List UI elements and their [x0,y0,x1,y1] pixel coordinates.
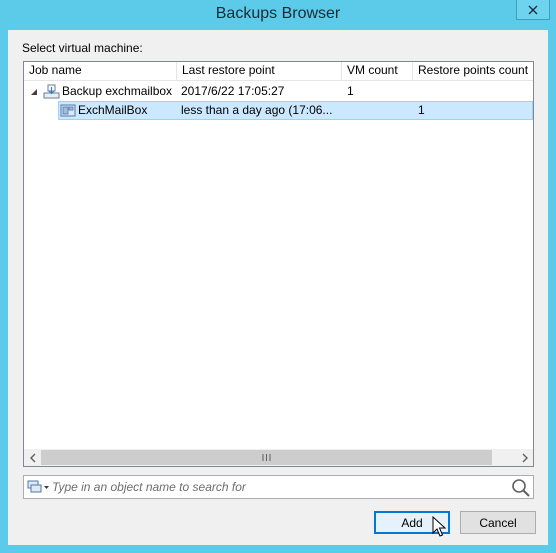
search-input[interactable] [52,477,502,497]
row-restore-points-count: 1 [418,103,425,117]
scroll-left-button[interactable] [24,449,41,466]
search-icon[interactable] [511,478,531,498]
dialog-client-area: Select virtual machine: Job name Last re… [8,30,548,545]
title-bar[interactable]: Backups Browser [0,0,556,30]
grid-header: Job name Last restore point VM count Res… [24,62,533,81]
backups-browser-window: Backups Browser Select virtual machine: … [0,0,556,553]
column-header-job-name[interactable]: Job name [24,62,177,80]
row-vm-count [347,101,407,120]
row-last-restore-point: 2017/6/22 17:05:27 [181,84,285,98]
scrollbar-thumb[interactable] [41,450,492,465]
mouse-pointer-icon [432,515,447,538]
row-restore-points-count [418,82,528,101]
backup-job-icon [43,82,61,101]
chevron-right-icon [522,453,528,462]
window-title: Backups Browser [215,5,341,22]
table-row[interactable]: Backup exchmailbox 2017/6/22 17:05:27 1 [24,82,533,101]
vm-tree-grid[interactable]: Job name Last restore point VM count Res… [23,61,534,467]
close-button[interactable] [516,0,550,20]
row-last-restore-point: less than a day ago (17:06... [181,103,333,117]
horizontal-scrollbar[interactable] [24,449,533,466]
chevron-left-icon [29,453,35,462]
table-row[interactable]: ExchMailBox less than a day ago (17:06..… [24,101,533,120]
close-icon [528,5,538,14]
cancel-button[interactable]: Cancel [460,511,536,534]
column-header-restore-points-count[interactable]: Restore points count [413,62,533,80]
column-header-vm-count[interactable]: VM count [342,62,413,80]
column-header-last-restore-point[interactable]: Last restore point [177,62,342,80]
expand-triangle-icon[interactable] [30,82,40,101]
row-job-name: ExchMailBox [78,103,148,117]
grip-icon [262,454,271,461]
search-box [23,475,534,499]
object-type-dropdown-icon[interactable] [27,478,51,496]
row-vm-count: 1 [347,84,354,98]
vm-icon [60,101,78,120]
select-vm-label: Select virtual machine: [22,41,143,55]
scroll-right-button[interactable] [516,449,533,466]
row-job-name: Backup exchmailbox [62,84,173,98]
